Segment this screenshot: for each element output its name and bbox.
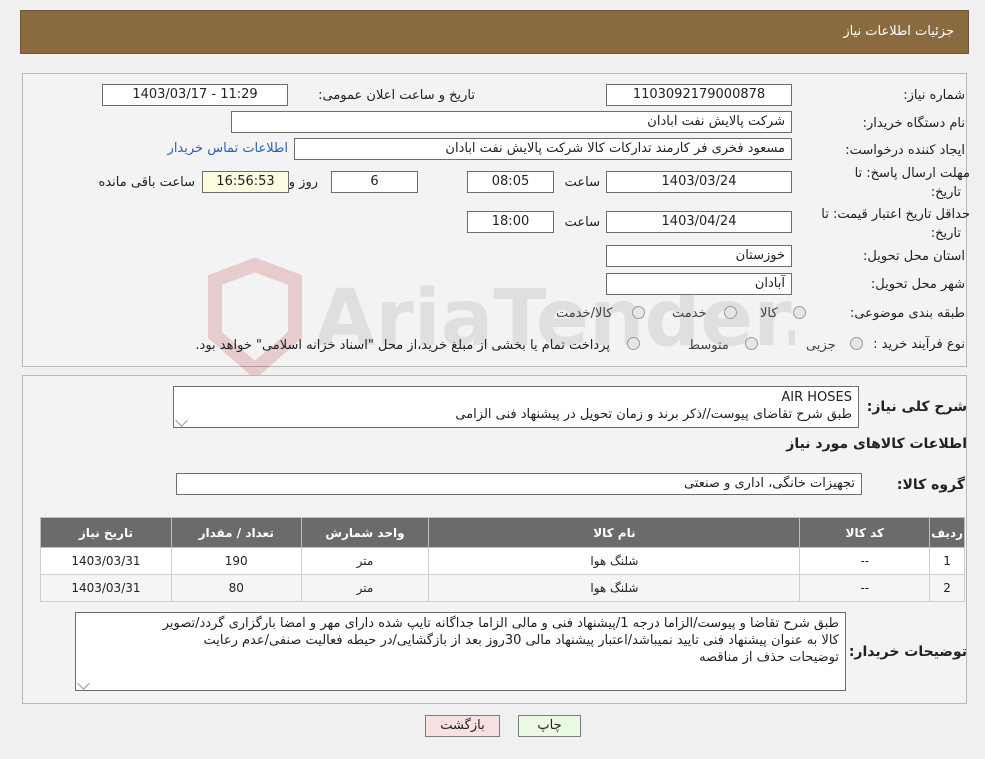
- reply-time-field: 08:05: [467, 171, 554, 193]
- col-date-header: تاریخ نیاز: [40, 517, 172, 548]
- requester-label: ایجاد کننده درخواست:: [845, 143, 965, 158]
- purchase-radio-medium[interactable]: [745, 337, 758, 350]
- need-number-field: 1103092179000878: [606, 84, 792, 106]
- cell-date: 1403/03/31: [40, 574, 172, 602]
- cell-name: شلنگ هوا: [428, 547, 801, 575]
- purchase-radio-small[interactable]: [850, 337, 863, 350]
- goods-info-title: اطلاعات کالاهای مورد نیاز: [786, 436, 967, 452]
- buyer-notes-line-2: کالا به عنوان پیشنهاد فنی تایید نمیباشد/…: [203, 633, 839, 648]
- requester-field: مسعود فخری فر کارمند تدارکات کالا شرکت پ…: [294, 138, 792, 160]
- remaining-time-field: 16:56:53: [202, 171, 289, 193]
- category-radio-goods[interactable]: [793, 306, 806, 319]
- cell-code: --: [799, 574, 931, 602]
- cell-qty: 190: [170, 547, 302, 575]
- col-code-header: کد کالا: [799, 517, 931, 548]
- validity-time-field: 18:00: [467, 211, 554, 233]
- validity-time-label: ساعت: [564, 215, 600, 230]
- goods-group-field: تجهیزات خانگی، اداری و صنعتی: [176, 473, 862, 495]
- need-number-label: شماره نیاز:: [903, 88, 965, 103]
- cell-code: --: [799, 547, 931, 575]
- cell-unit: متر: [300, 574, 430, 602]
- cell-row: 1: [929, 547, 965, 575]
- category-radio-both[interactable]: [632, 306, 645, 319]
- days-field: 6: [331, 171, 418, 193]
- reply-date-field: 1403/03/24: [606, 171, 792, 193]
- page-title: جزئیات اطلاعات نیاز: [843, 24, 954, 39]
- announce-date-field: 1403/03/17 - 11:29: [102, 84, 288, 106]
- days-label: روز و: [288, 175, 318, 190]
- category-option-both: کالا/خدمت: [556, 306, 613, 321]
- buyer-notes-label: توضیحات خریدار:: [848, 644, 967, 660]
- buyer-notes-textarea: طبق شرح تقاضا و پیوست/الزاما درجه 1/پیشن…: [75, 612, 846, 691]
- buyer-notes-line-3: توضیحات حذف از مناقصه: [699, 650, 839, 665]
- remaining-time-label: ساعت باقی مانده: [98, 175, 195, 190]
- goods-table: ردیف کد کالا نام کالا واحد شمارش تعداد /…: [40, 517, 965, 602]
- resize-grip-icon[interactable]: [77, 677, 90, 690]
- col-name-header: نام کالا: [428, 517, 801, 548]
- treasury-checkbox[interactable]: [627, 337, 640, 350]
- city-field: آبادان: [606, 273, 792, 295]
- summary-line-1: AIR HOSES: [781, 390, 852, 405]
- summary-textarea: AIR HOSES طبق شرح تقاضای پیوست//ذکر برند…: [173, 386, 859, 428]
- category-option-goods: کالا: [760, 306, 778, 321]
- purchase-type-label: نوع فرآیند خرید :: [873, 337, 965, 352]
- treasury-note: پرداخت تمام یا بخشی از مبلغ خرید،از محل …: [195, 338, 610, 353]
- validity-date-field: 1403/04/24: [606, 211, 792, 233]
- purchase-option-medium: متوسط: [688, 338, 729, 353]
- table-row: 2 -- شلنگ هوا متر 80 1403/03/31: [40, 574, 965, 602]
- cell-date: 1403/03/31: [40, 547, 172, 575]
- print-button[interactable]: چاپ: [518, 715, 581, 737]
- col-unit-header: واحد شمارش: [300, 517, 430, 548]
- summary-line-2: طبق شرح تقاضای پیوست//ذکر برند و زمان تح…: [455, 407, 852, 422]
- col-qty-header: تعداد / مقدار: [170, 517, 302, 548]
- goods-group-label: گروه کالا:: [896, 477, 965, 493]
- city-label: شهر محل تحویل:: [870, 277, 965, 292]
- buyer-org-field: شرکت پالایش نفت ابادان: [231, 111, 792, 133]
- category-option-service: خدمت: [672, 306, 707, 321]
- category-radio-service[interactable]: [724, 306, 737, 319]
- cell-qty: 80: [170, 574, 302, 602]
- reply-time-label: ساعت: [564, 175, 600, 190]
- buyer-org-label: نام دستگاه خریدار:: [862, 116, 965, 131]
- announce-date-label: تاریخ و ساعت اعلان عمومی:: [318, 88, 475, 103]
- price-validity-label: حداقل تاریخ اعتبار قیمت: تا: [821, 207, 970, 222]
- purchase-option-small: جزیی: [806, 338, 836, 353]
- reply-deadline-label: مهلت ارسال پاسخ: تا: [854, 166, 970, 181]
- buyer-notes-line-1: طبق شرح تقاضا و پیوست/الزاما درجه 1/پیشن…: [162, 616, 839, 631]
- summary-label: شرح کلی نیاز:: [866, 399, 967, 415]
- province-field: خوزستان: [606, 245, 792, 267]
- page-header: جزئیات اطلاعات نیاز: [20, 10, 969, 54]
- back-button[interactable]: بازگشت: [425, 715, 500, 737]
- cell-unit: متر: [300, 547, 430, 575]
- cell-name: شلنگ هوا: [428, 574, 801, 602]
- province-label: استان محل تحویل:: [863, 249, 965, 264]
- category-label: طبقه بندی موضوعی:: [849, 306, 965, 321]
- col-row-header: ردیف: [929, 517, 965, 548]
- reply-deadline-label-2: تاریخ:: [930, 185, 961, 200]
- price-validity-label-2: تاریخ:: [930, 226, 961, 241]
- table-header-row: ردیف کد کالا نام کالا واحد شمارش تعداد /…: [40, 517, 965, 548]
- table-row: 1 -- شلنگ هوا متر 190 1403/03/31: [40, 547, 965, 575]
- cell-row: 2: [929, 574, 965, 602]
- buyer-contact-link[interactable]: اطلاعات تماس خریدار: [168, 141, 288, 156]
